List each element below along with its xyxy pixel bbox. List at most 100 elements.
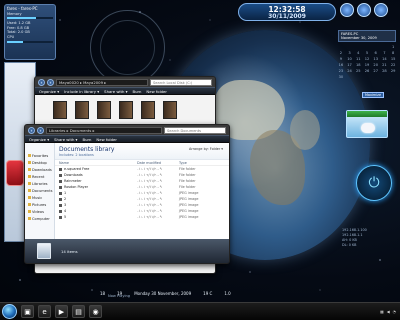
column-name[interactable]: Name [59, 160, 137, 165]
calendar-day[interactable]: 12 [364, 57, 370, 62]
weather-header [347, 111, 387, 117]
calendar-day[interactable]: 20 [373, 63, 379, 68]
calendar-day[interactable] [347, 45, 353, 50]
arrange-by[interactable]: Arrange by: Folder ▾ [189, 147, 223, 151]
calendar-day[interactable]: 11 [355, 57, 361, 62]
nav-item-videos[interactable]: Videos [25, 209, 54, 216]
new-folder-button[interactable]: New folder [146, 89, 167, 94]
calendar-day[interactable]: 18 [355, 63, 361, 68]
file-name-text: 5 [64, 215, 67, 219]
nav-item-libraries[interactable]: Libraries [25, 181, 54, 188]
nav-item-favorites[interactable]: Favorites [25, 153, 54, 160]
calendar-day[interactable]: 24 [347, 69, 353, 74]
weather-gadget[interactable] [346, 110, 388, 138]
forward-arrow-icon[interactable]: › [47, 78, 54, 86]
red-gadget-button[interactable] [6, 160, 24, 186]
nav-item-downloads[interactable]: Downloads [25, 167, 54, 174]
calendar-day[interactable]: 22 [390, 63, 396, 68]
calendar-day[interactable]: 1 [390, 45, 396, 50]
nav-item-documents[interactable]: Documents [25, 188, 54, 195]
calendar-day[interactable]: 3 [347, 51, 353, 56]
burn-button[interactable]: Burn [82, 137, 91, 142]
nav-item-computer[interactable]: Computer [25, 216, 54, 223]
calendar-day[interactable]: 7 [382, 51, 388, 56]
breadcrumb[interactable]: Maya0020 ▸ Maya2009 ▸ [56, 78, 148, 86]
calendar-day[interactable] [373, 45, 379, 50]
calendar-day[interactable]: 13 [373, 57, 379, 62]
share-with-menu[interactable]: Share with ▾ [54, 137, 77, 142]
column-date[interactable]: Date modified [137, 160, 179, 165]
quick-button-icon[interactable] [357, 3, 371, 17]
power-button[interactable]: ⏻ [356, 165, 392, 201]
calendar-day[interactable]: 29 [390, 69, 396, 74]
nav-item-desktop[interactable]: Desktop [25, 160, 54, 167]
back-arrow-icon[interactable]: ‹ [38, 78, 45, 86]
quick-buttons [340, 3, 388, 17]
explorer-window-documents[interactable]: ‹ › Libraries ▸ Documents ▸ Search Docum… [24, 124, 230, 264]
calendar-day[interactable]: 5 [364, 51, 370, 56]
arrange-value[interactable]: Folder ▾ [210, 147, 223, 151]
library-locations-link[interactable]: Includes: 2 locations [59, 153, 225, 157]
folder-taskbar-icon[interactable]: ▤ [72, 305, 85, 318]
calendar-day[interactable]: 4 [355, 51, 361, 56]
file-row[interactable]: 5 ٢/١١/٢٠٠٩ ٠١:٠١ JPEG image [55, 214, 229, 220]
volume-icon[interactable]: ◀ [387, 309, 390, 314]
share-with-menu[interactable]: Share with ▾ [104, 89, 127, 94]
search-input[interactable]: Search Local Disk (C:) [150, 78, 212, 86]
calendar-day[interactable]: 15 [390, 57, 396, 62]
book-folder-icon[interactable] [97, 101, 111, 119]
book-folder-icon[interactable] [163, 101, 177, 119]
nav-item-music[interactable]: Music [25, 195, 54, 202]
calendar-day[interactable]: 21 [382, 63, 388, 68]
calendar-day[interactable]: 28 [382, 69, 388, 74]
book-folder-icon[interactable] [119, 101, 133, 119]
column-type[interactable]: Type [179, 160, 229, 165]
ie-taskbar-icon[interactable]: e [38, 305, 51, 318]
network-icon[interactable]: ▦ [380, 309, 384, 314]
tray-clock-icon[interactable]: ◔ [393, 309, 396, 314]
calendar-day[interactable]: 16 [338, 63, 344, 68]
book-folder-icon[interactable] [141, 101, 155, 119]
system-info-gadget[interactable]: fares - fares-PC Memory Used: 1.2 GB Fre… [4, 4, 56, 60]
calendar-day[interactable]: 14 [382, 57, 388, 62]
calendar-day[interactable] [338, 45, 344, 50]
clock-gadget[interactable]: 12:32:58 30/11/2009 [238, 3, 336, 21]
burn-button[interactable]: Burn [133, 89, 142, 94]
search-input[interactable]: Search Documents [164, 126, 226, 134]
calendar-gadget[interactable]: FARES-PC November 30, 2009 1 2 3 4 5 6 7 8 9 10 11… [338, 30, 396, 92]
calendar-day[interactable]: 9 [338, 57, 344, 62]
nav-item-pictures[interactable]: Pictures [25, 202, 54, 209]
back-arrow-icon[interactable]: ‹ [28, 126, 35, 134]
calendar-day[interactable]: 26 [364, 69, 370, 74]
calendar-day[interactable]: 8 [390, 51, 396, 56]
calendar-day[interactable] [382, 45, 388, 50]
calendar-day[interactable]: 19 [364, 63, 370, 68]
organize-menu[interactable]: Organize ▾ [29, 137, 49, 142]
organize-menu[interactable]: Organize ▾ [39, 89, 59, 94]
quick-button-icon[interactable] [340, 3, 354, 17]
calendar-day[interactable]: 10 [347, 57, 353, 62]
include-library-menu[interactable]: Include in library ▾ [64, 89, 99, 94]
breadcrumb[interactable]: Libraries ▸ Documents ▸ [46, 126, 162, 134]
new-folder-button[interactable]: New folder [96, 137, 117, 142]
calendar-day[interactable]: 2 [338, 51, 344, 56]
book-folder-icon[interactable] [53, 101, 67, 119]
calendar-day[interactable]: 23 [338, 69, 344, 74]
calendar-day[interactable]: 6 [373, 51, 379, 56]
firefox-taskbar-icon[interactable]: ◉ [89, 305, 102, 318]
quick-button-icon[interactable] [374, 3, 388, 17]
nav-item-recent[interactable]: Recent [25, 174, 54, 181]
media-taskbar-icon[interactable]: ▶ [55, 305, 68, 318]
start-button[interactable] [2, 304, 17, 319]
calendar-day[interactable]: 17 [347, 63, 353, 68]
maximize-button[interactable]: Maximize [362, 92, 384, 98]
calendar-day[interactable] [355, 45, 361, 50]
calendar-day[interactable]: 25 [355, 69, 361, 74]
calendar-day[interactable] [364, 45, 370, 50]
calendar-day[interactable]: 27 [373, 69, 379, 74]
calendar-day[interactable]: 30 [338, 75, 344, 80]
picture-icon [28, 203, 31, 206]
forward-arrow-icon[interactable]: › [37, 126, 44, 134]
book-folder-icon[interactable] [75, 101, 89, 119]
explorer-taskbar-icon[interactable]: ▣ [21, 305, 34, 318]
